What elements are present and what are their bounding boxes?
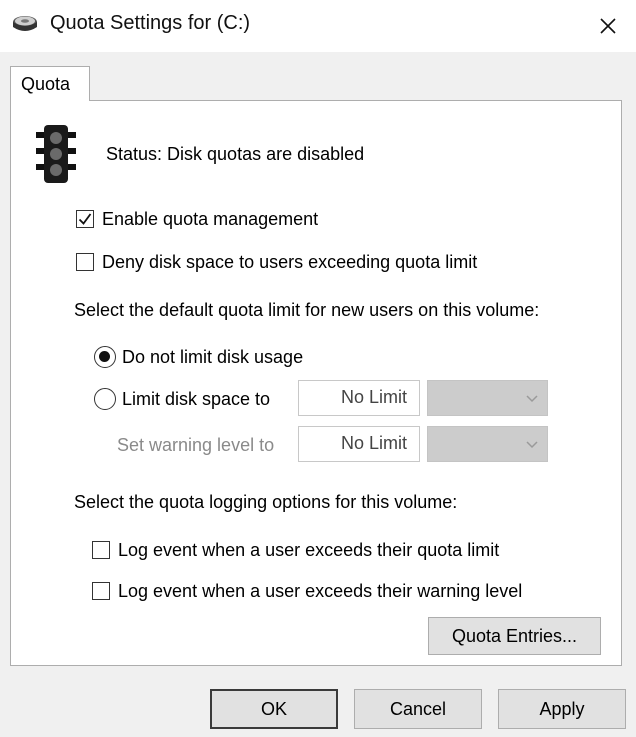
- log-warning-level-checkbox[interactable]: [92, 582, 110, 600]
- limit-unit-dropdown[interactable]: [427, 380, 548, 416]
- status-text: Status: Disk quotas are disabled: [106, 144, 365, 164]
- warning-level-label: Set warning level to: [117, 435, 275, 455]
- chevron-down-icon: [525, 437, 539, 456]
- logging-heading: Select the quota logging options for thi…: [74, 492, 458, 512]
- apply-button[interactable]: Apply: [498, 689, 626, 729]
- enable-quota-label[interactable]: Enable quota management: [102, 209, 318, 230]
- enable-quota-checkbox[interactable]: [76, 210, 94, 228]
- quota-entries-button[interactable]: Quota Entries...: [428, 617, 601, 655]
- traffic-light-icon: [34, 124, 78, 189]
- limit-space-radio[interactable]: [94, 388, 116, 410]
- window-title: Quota Settings for (C:): [50, 12, 251, 34]
- ok-button[interactable]: OK: [210, 689, 338, 729]
- drive-icon: [12, 14, 38, 41]
- chevron-down-icon: [525, 391, 539, 410]
- close-button[interactable]: [580, 0, 636, 52]
- title-bar: Quota Settings for (C:): [0, 0, 636, 52]
- deny-space-label[interactable]: Deny disk space to users exceeding quota…: [102, 252, 477, 273]
- deny-space-checkbox[interactable]: [76, 253, 94, 271]
- default-limit-heading: Select the default quota limit for new u…: [74, 300, 540, 320]
- tab-quota[interactable]: Quota: [10, 66, 90, 101]
- limit-space-label[interactable]: Limit disk space to: [122, 389, 270, 410]
- tab-quota-label: Quota: [21, 74, 71, 94]
- cancel-button[interactable]: Cancel: [354, 689, 482, 729]
- close-icon: [600, 18, 616, 34]
- warning-unit-dropdown[interactable]: [427, 426, 548, 462]
- log-quota-limit-label[interactable]: Log event when a user exceeds their quot…: [118, 540, 499, 561]
- log-warning-level-label[interactable]: Log event when a user exceeds their warn…: [118, 581, 522, 602]
- radio-selected-dot: [99, 351, 110, 362]
- no-limit-radio[interactable]: [94, 346, 116, 368]
- limit-value-field[interactable]: No Limit: [298, 380, 420, 416]
- warning-value-field[interactable]: No Limit: [298, 426, 420, 462]
- log-quota-limit-checkbox[interactable]: [92, 541, 110, 559]
- no-limit-label[interactable]: Do not limit disk usage: [122, 347, 303, 368]
- checkmark-icon: [78, 213, 92, 225]
